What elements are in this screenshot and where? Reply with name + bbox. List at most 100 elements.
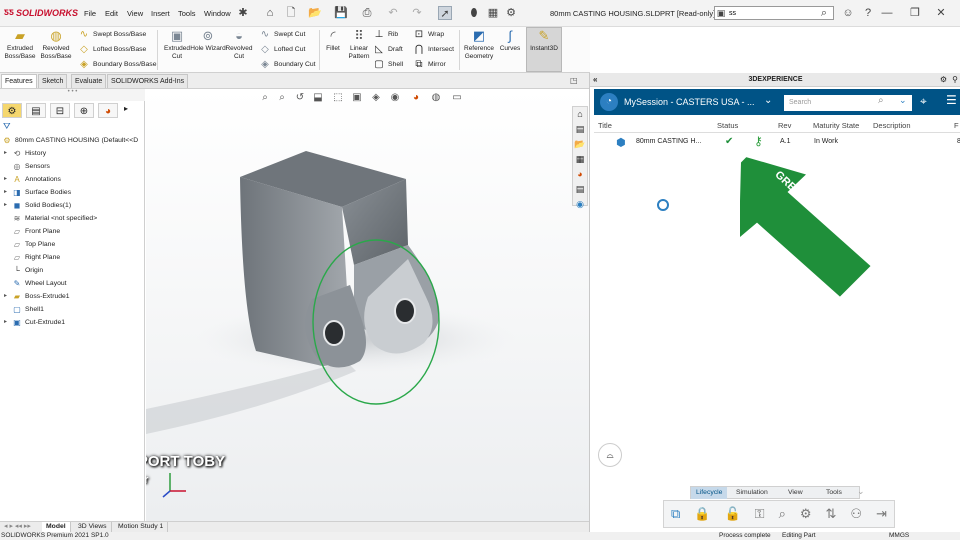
property-manager-tab-icon[interactable]: ▤ <box>26 103 46 118</box>
select-pointer-icon[interactable]: ➚ <box>438 6 452 20</box>
collaborate-icon[interactable]: ⚇ <box>850 506 862 522</box>
search-icon[interactable]: ⌕ <box>817 6 831 20</box>
column-title[interactable]: Title <box>598 121 612 130</box>
search-part-icon[interactable]: ⌕ <box>779 506 786 522</box>
column-status[interactable]: Status <box>717 121 738 130</box>
status-units[interactable]: MMGS <box>889 532 909 540</box>
3dexperience-tab-icon[interactable]: ◉ <box>573 197 587 212</box>
tree-item[interactable]: ≋ Material <not specified> <box>4 212 144 225</box>
tree-item[interactable]: ▸ ▣ Cut-Extrude1 <box>4 316 144 329</box>
panel-expand-icon[interactable]: ▸ <box>124 104 128 113</box>
menu-edit[interactable]: Edit <box>105 9 118 18</box>
resources-home-icon[interactable]: ⌂ <box>573 107 587 122</box>
menu-file[interactable]: File <box>84 9 96 18</box>
expand-arrow-icon[interactable]: ▸ <box>4 173 9 186</box>
pin-icon[interactable]: ✱ <box>236 6 250 20</box>
tab-features[interactable]: Features <box>1 74 37 88</box>
intersect-button[interactable]: ⋂ Intersect <box>413 44 454 55</box>
tree-item[interactable]: ▢ Shell1 <box>4 303 144 316</box>
wrap-button[interactable]: ⊡ Wrap <box>413 29 444 40</box>
tree-item[interactable]: ▸ ◨ Surface Bodies <box>4 186 144 199</box>
collapse-toolbar-icon[interactable]: ⌄ <box>857 486 865 497</box>
curves-button[interactable]: ∫ Curves <box>494 28 526 53</box>
tab-3d-views[interactable]: 3D Views <box>74 522 112 532</box>
tree-item[interactable]: └ Origin <box>4 264 144 277</box>
pane-settings-icon[interactable]: ⚙ <box>940 73 947 87</box>
column-description[interactable]: Description <box>873 121 911 130</box>
design-library-icon[interactable]: ▤ <box>573 122 587 137</box>
tree-item[interactable]: ▱ Front Plane <box>4 225 144 238</box>
options-gear-icon[interactable]: ⚙ <box>504 6 518 20</box>
home-icon[interactable]: ⌂ <box>263 6 277 20</box>
lock-icon[interactable]: 🔒 <box>694 506 710 522</box>
feature-manager-tab-icon[interactable]: ⚙ <box>2 103 22 118</box>
save-icon[interactable]: 💾 <box>334 6 348 20</box>
export-icon[interactable]: ⇥ <box>876 506 887 522</box>
configuration-manager-tab-icon[interactable]: ⊟ <box>50 103 70 118</box>
traffic-light-icon[interactable]: ⬮ <box>467 6 481 20</box>
swept-boss-button[interactable]: ∿ Swept Boss/Base <box>78 29 146 40</box>
tree-item[interactable]: ▱ Right Plane <box>4 251 144 264</box>
file-explorer-icon[interactable]: 📂 <box>573 137 587 152</box>
tab-lifecycle[interactable]: Lifecycle <box>691 487 728 499</box>
session-dropdown-icon[interactable]: ⌄ <box>764 95 772 106</box>
tab-simulation[interactable]: Simulation <box>731 487 773 499</box>
session-name[interactable]: MySession - CASTERS USA - ... <box>624 97 755 107</box>
redo-icon[interactable]: ↷ <box>410 6 424 20</box>
instant3d-button[interactable]: ✎ Instant3D <box>526 27 562 72</box>
dimxpert-tab-icon[interactable]: ⊕ <box>74 103 94 118</box>
settings-icon[interactable]: ⚙ <box>800 506 812 522</box>
expand-arrow-icon[interactable]: ▸ <box>4 186 9 199</box>
unlock-icon[interactable]: 🔓 <box>724 506 740 522</box>
search-dropdown-icon[interactable]: ⌄ <box>899 95 907 106</box>
rebuild-icon[interactable]: ▦ <box>486 6 500 20</box>
tab-model[interactable]: Model <box>42 522 71 532</box>
rib-button[interactable]: ⊥ Rib <box>373 29 399 40</box>
tree-item[interactable]: ✎ Wheel Layout <box>4 277 144 290</box>
expand-arrow-icon[interactable]: ▸ <box>4 147 9 160</box>
revolved-cut-button[interactable]: ◒ Revolved Cut <box>221 28 257 60</box>
expand-arrow-icon[interactable]: ▸ <box>4 199 9 212</box>
menu-view[interactable]: View <box>127 9 143 18</box>
tree-item[interactable]: ▸ ▰ Boss-Extrude1 <box>4 290 144 303</box>
lifecycle-open-icon[interactable]: ⧉ <box>671 506 680 522</box>
tab-motion-study[interactable]: Motion Study 1 <box>114 522 169 532</box>
table-row[interactable]: ⬢ 80mm CASTING H... ✔ ⚷ A.1 In Work 8 <box>594 133 960 151</box>
menu-tools[interactable]: Tools <box>178 9 196 18</box>
minimize-icon[interactable]: — <box>880 6 894 20</box>
lofted-boss-button[interactable]: ◇ Lofted Boss/Base <box>78 44 146 55</box>
close-icon[interactable]: ✕ <box>934 6 948 20</box>
filter-icon[interactable]: ⛛ <box>3 121 11 132</box>
tree-item[interactable]: ▸ A Annotations <box>4 173 144 186</box>
tab-evaluate[interactable]: Evaluate <box>71 74 107 88</box>
search-field[interactable]: Search <box>784 95 912 111</box>
tree-item[interactable]: ◎ Sensors <box>4 160 144 173</box>
appearances-icon[interactable]: ◕ <box>573 167 587 182</box>
undo-icon[interactable]: ↶ <box>386 6 400 20</box>
draft-button[interactable]: ◺ Draft <box>373 44 403 55</box>
reserve-icon[interactable]: ⚿ <box>755 506 765 522</box>
swept-cut-button[interactable]: ∿ Swept Cut <box>259 29 306 40</box>
tab-view[interactable]: View <box>783 487 808 499</box>
graphics-area[interactable]: ⌕ ⌕ ↺ ⬓ ⬚ ▣ ◈ ◉ ◕ ◍ ▭ ORT TOBY r <box>146 89 589 521</box>
collapse-pane-icon[interactable]: « <box>593 73 597 87</box>
solidworks-logo[interactable]: ƽƽ SOLIDWORKS <box>4 7 78 18</box>
search-icon[interactable]: ⌕ <box>878 95 884 106</box>
lofted-cut-button[interactable]: ◇ Lofted Cut <box>259 44 305 55</box>
help-icon[interactable]: ? <box>861 6 875 20</box>
tab-tools[interactable]: Tools <box>821 487 847 499</box>
print-icon[interactable]: ⎙ <box>360 6 374 20</box>
column-maturity-state[interactable]: Maturity State <box>813 121 859 130</box>
tab-options-icon[interactable]: ◳ <box>570 76 578 85</box>
tree-item[interactable]: ▱ Top Plane <box>4 238 144 251</box>
pane-pin-icon[interactable]: ⚲ <box>952 73 958 87</box>
tag-icon[interactable]: ⌖ <box>920 94 927 109</box>
linear-pattern-button[interactable]: ⠿ Linear Pattern <box>341 28 377 60</box>
mirror-button[interactable]: ⧉ Mirror <box>413 59 445 70</box>
boundary-boss-button[interactable]: ◈ Boundary Boss/Base <box>78 59 156 70</box>
reference-geometry-button[interactable]: ◩ Reference Geometry <box>461 28 497 60</box>
shell-button[interactable]: ▢ Shell <box>373 59 403 70</box>
user-account-icon[interactable]: ☺ <box>841 6 855 20</box>
expand-arrow-icon[interactable]: ▸ <box>4 290 9 303</box>
search-input[interactable] <box>714 6 834 20</box>
